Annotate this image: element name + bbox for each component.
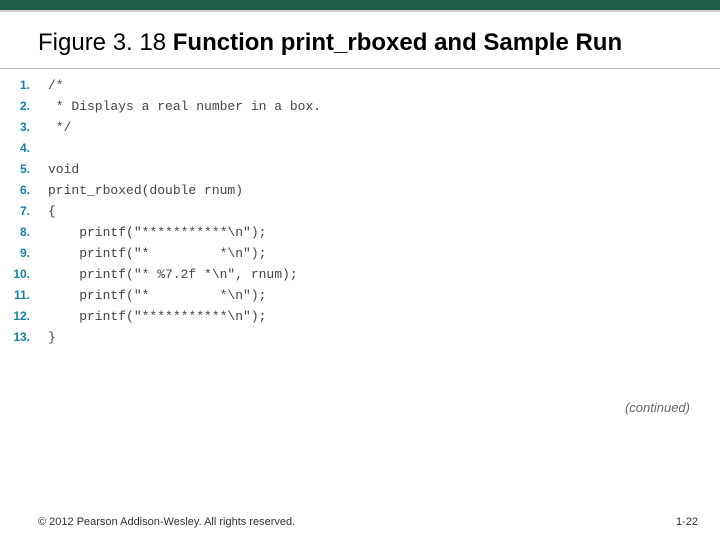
line-number: 9. [0, 243, 30, 264]
line-number: 7. [0, 201, 30, 222]
line-number: 2. [0, 96, 30, 117]
figure-title: Figure 3. 18 Function print_rboxed and S… [38, 28, 682, 58]
line-number-gutter: 1.2.3.4.5.6.7.8.9.10.11.12.13. [0, 75, 36, 348]
code-listing: 1.2.3.4.5.6.7.8.9.10.11.12.13. /* * Disp… [0, 68, 720, 348]
top-accent-bar [0, 0, 720, 12]
line-number: 10. [0, 264, 30, 285]
line-number: 5. [0, 159, 30, 180]
code-body: /* * Displays a real number in a box. */… [48, 75, 321, 348]
figure-number: Figure 3. 18 [38, 29, 173, 56]
line-number: 11. [0, 285, 30, 306]
line-number: 1. [0, 75, 30, 96]
line-number: 8. [0, 222, 30, 243]
line-number: 6. [0, 180, 30, 201]
line-number: 12. [0, 306, 30, 327]
continued-label: (continued) [625, 400, 690, 415]
line-number: 4. [0, 138, 30, 159]
line-number: 13. [0, 327, 30, 348]
page-number: 1-22 [676, 516, 698, 528]
line-number: 3. [0, 117, 30, 138]
copyright-footer: © 2012 Pearson Addison-Wesley. All right… [38, 516, 295, 528]
figure-caption: Function print_rboxed and Sample Run [173, 29, 622, 56]
